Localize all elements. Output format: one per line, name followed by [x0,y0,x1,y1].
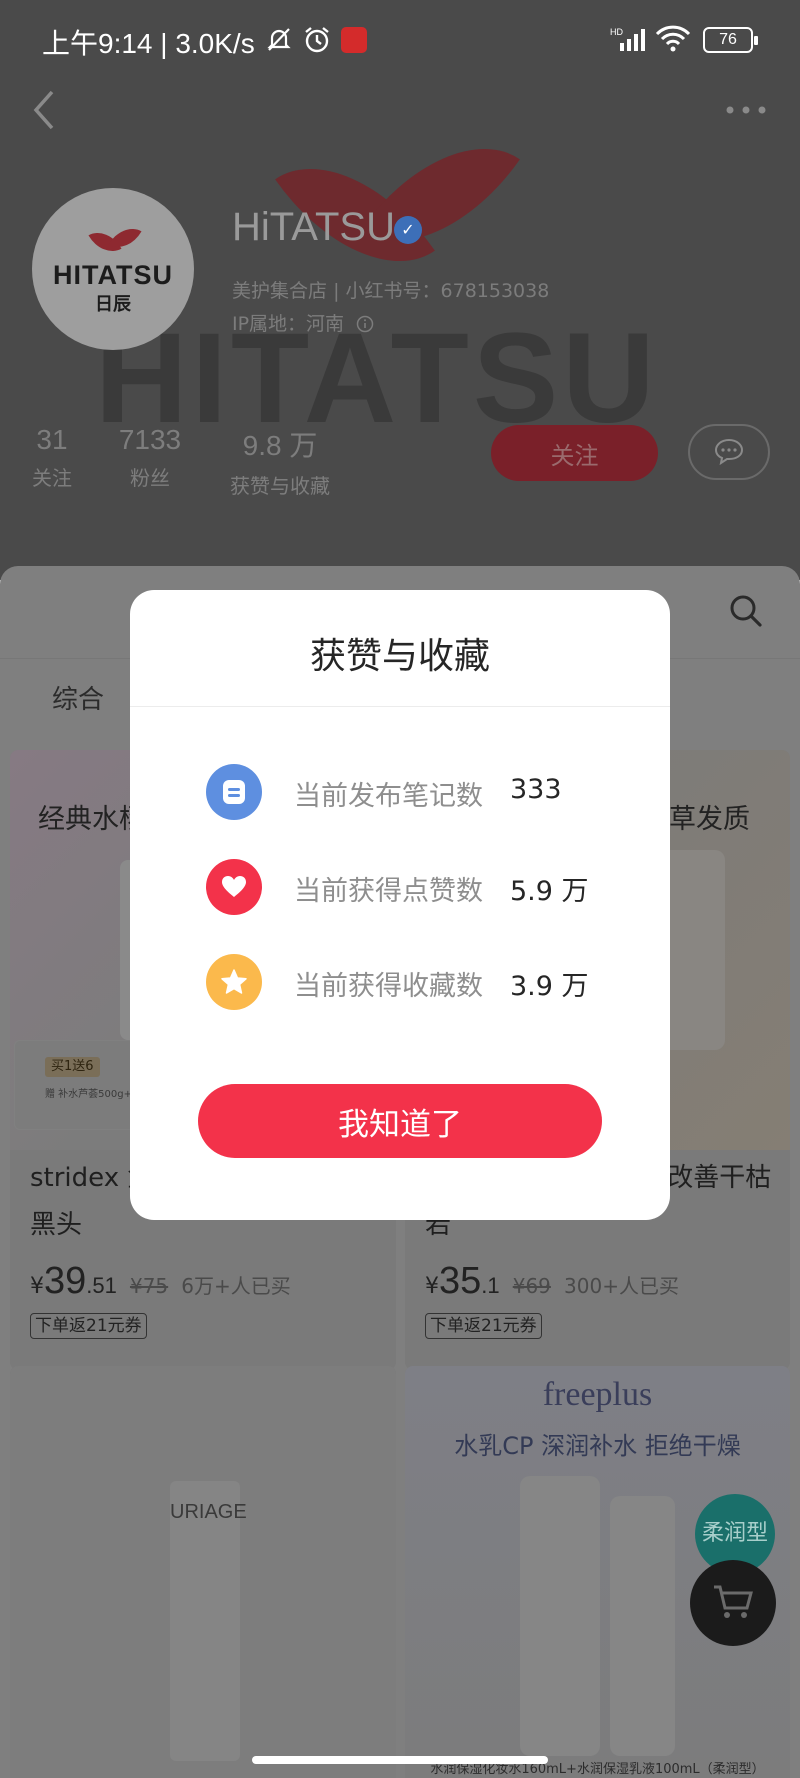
divider [130,706,670,707]
status-bar: 上午9:14 | 3.0K/s HD 76 [0,0,800,80]
shop-id: 小红书号：678153038 [345,280,550,302]
original-price: ¥75 [129,1274,169,1298]
product-headline: 草发质 [669,804,750,835]
dialog-row-value: 3.9 万 [510,971,589,1002]
price-currency: ¥ [425,1274,439,1299]
original-price: ¥69 [512,1274,551,1298]
avatar-logo-text: HITATSU [53,260,173,290]
stat-label: 关注 [32,466,72,490]
coupon-badge: 下单返21元券 [425,1313,542,1339]
dialog-row-label: 当前获得点赞数 [294,876,483,907]
search-icon[interactable] [728,593,764,633]
product-card[interactable]: URIAGE [10,1366,396,1778]
signal-icon: HD [610,26,648,56]
stat-label: 粉丝 [130,466,170,490]
stat-value: 31 [36,424,68,455]
follow-button[interactable]: 关注 [491,425,658,481]
back-arrow-icon[interactable] [30,88,60,136]
shopping-cart-button[interactable] [690,1560,776,1646]
stat-value: 7133 [118,424,182,455]
home-indicator[interactable] [252,1756,548,1764]
dialog-title: 获赞与收藏 [309,636,490,677]
price-row: ¥35.1 ¥69 300+人已买 [425,1260,785,1303]
info-icon[interactable] [350,313,374,335]
tab-combined[interactable]: 综合 [52,679,104,716]
stat-likes-collects[interactable]: 9.8 万 获赞与收藏 [224,424,336,499]
dialog-row-label: 当前获得收藏数 [294,971,483,1002]
product-image: URIAGE [10,1366,396,1778]
product-bottle [520,1476,600,1756]
dialog-row-value: 5.9 万 [510,876,589,907]
price-integer: 39 [44,1260,87,1302]
product-brand: freeplus [542,1376,653,1413]
svg-text:HD: HD [610,27,623,37]
ip-location: IP属地：河南 [232,309,374,336]
stat-label: 获赞与收藏 [230,474,330,498]
confirm-button[interactable]: 我知道了 [198,1084,602,1158]
profile-header: HITATSU 上午9:14 | 3.0K/s HD 76 HITATSU 日辰… [0,0,800,580]
avatar[interactable]: HITATSU 日辰 [32,188,194,350]
wifi-icon [655,24,691,56]
note-icon [206,764,262,820]
shopping-cart-icon [711,1585,755,1625]
alarm-icon [302,25,332,59]
bell-muted-icon [265,25,293,57]
star-icon [206,954,262,1010]
product-headline: 水乳CP 深润补水 拒绝干燥 [454,1432,741,1460]
stat-value: 9.8 万 [242,430,318,461]
shop-meta: 美护集合店 | 小红书号：678153038 [232,276,549,303]
price-row: ¥39.51 ¥75 6万+人已买 [30,1260,390,1303]
heart-icon [206,859,262,915]
battery-icon: 76 [703,27,758,53]
status-time: 上午9:14 | 3.0K/s [42,28,255,59]
shop-category: 美护集合店 [232,280,328,302]
likes-collects-dialog: 获赞与收藏 当前发布笔记数 333 当前获得点赞数 5.9 万 当前获得收藏数 … [130,590,670,1220]
more-options-icon[interactable] [725,100,767,119]
product-bottle [610,1496,675,1756]
shop-name: HiTATSU [232,205,395,249]
coupon-badge: 下单返21元券 [30,1313,147,1339]
verified-badge-icon: ✓ [394,216,422,244]
ip-location-text: IP属地：河南 [232,313,345,335]
dialog-row-value: 333 [510,774,562,805]
dialog-row-label: 当前发布笔记数 [294,781,483,812]
price-decimal: .1 [481,1273,500,1298]
price-decimal: .51 [86,1273,117,1298]
price-currency: ¥ [30,1274,44,1299]
sold-count: 6万+人已买 [181,1274,291,1298]
message-button[interactable] [688,424,770,480]
chat-bubble-icon [713,438,745,468]
promo-tag: 买1送6 [45,1057,100,1077]
price-integer: 35 [439,1260,482,1302]
stat-followers[interactable]: 7133 粉丝 [112,424,188,491]
avatar-logo-subtext: 日辰 [95,294,131,315]
sold-count: 300+人已买 [564,1274,679,1298]
meta-separator: | [333,280,346,302]
product-brand: URIAGE [170,1501,247,1523]
stat-following[interactable]: 31 关注 [30,424,74,491]
app-notification-icon [341,27,367,53]
